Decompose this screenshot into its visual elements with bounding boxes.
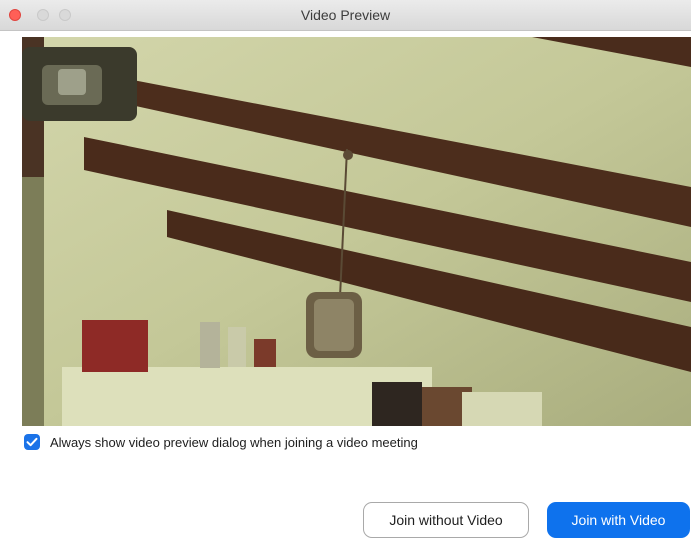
join-without-video-button[interactable]: Join without Video <box>363 502 529 538</box>
window-title: Video Preview <box>300 7 391 23</box>
always-show-preview-option[interactable]: Always show video preview dialog when jo… <box>24 432 418 452</box>
video-preview-window: Video Preview Always show video preview … <box>0 0 691 545</box>
checkmark-icon <box>26 437 38 447</box>
camera-preview <box>22 37 691 426</box>
always-show-preview-label: Always show video preview dialog when jo… <box>50 434 418 450</box>
title-bar[interactable]: Video Preview <box>0 0 691 31</box>
always-show-preview-checkbox[interactable] <box>24 434 40 450</box>
camera-feed-image <box>22 37 691 426</box>
join-with-video-button[interactable]: Join with Video <box>547 502 690 538</box>
